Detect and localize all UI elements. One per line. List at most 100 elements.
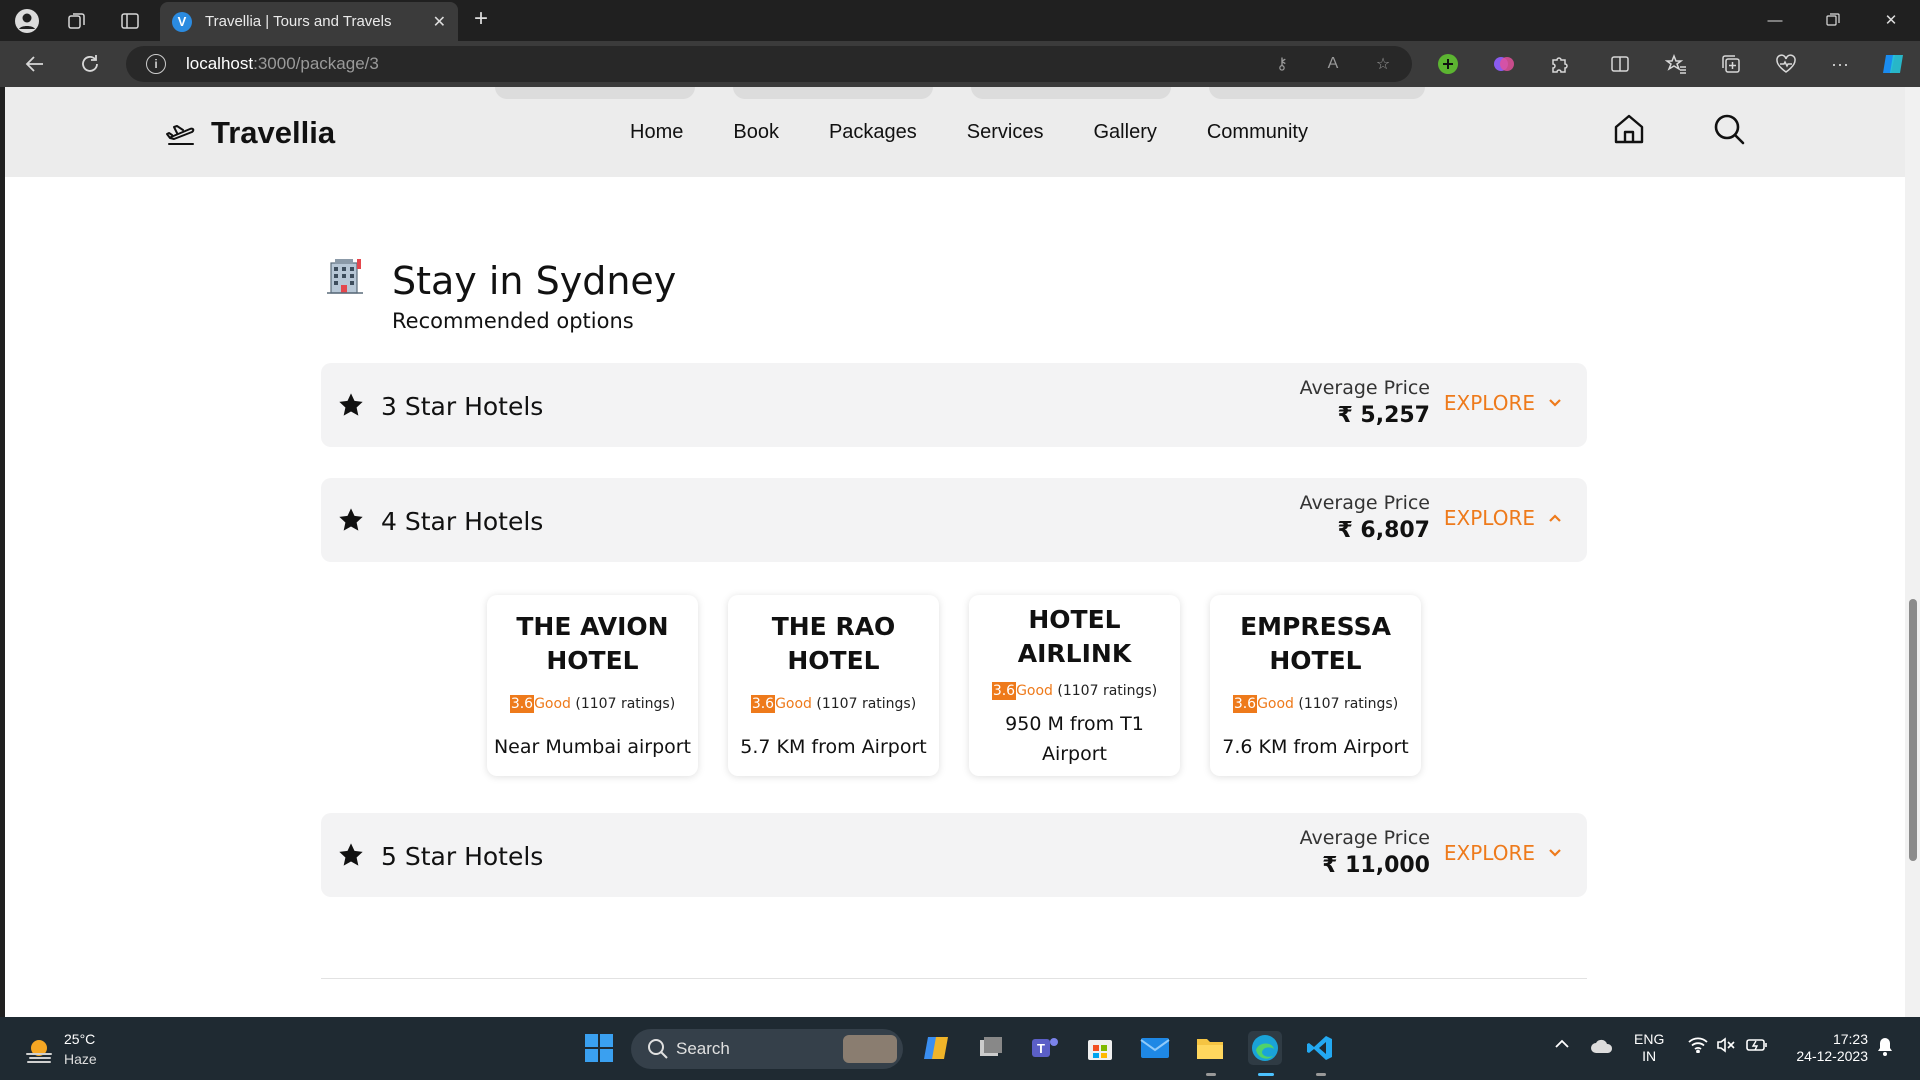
extension-green-icon[interactable] [1434,50,1462,78]
weather-condition[interactable]: Haze [64,1051,97,1067]
copilot-icon[interactable] [1880,50,1908,78]
page-scrollbar[interactable] [1905,87,1920,1017]
rating-score: 3.6 [750,694,776,713]
hotel-name: HOTEL AIRLINK [1017,604,1132,668]
clock[interactable]: 17:23 24-12-2023 [1788,1031,1868,1065]
language-indicator[interactable]: ENG IN [1634,1031,1664,1065]
hotel-card[interactable]: THE AVION HOTEL 3.6Good (1107 ratings) N… [487,595,698,776]
search-highlight-image-icon [843,1035,897,1063]
hotel-distance: 950 M from T1 Airport [1005,712,1144,765]
tab-active[interactable]: V Travellia | Tours and Travels ✕ [160,2,458,41]
hotel-card[interactable]: THE RAO HOTEL 3.6Good (1107 ratings) 5.7… [728,595,939,776]
vscode-icon[interactable] [1303,1031,1337,1065]
file-explorer-icon[interactable] [1193,1031,1227,1065]
nav-home[interactable]: Home [630,121,683,144]
section-divider [321,978,1587,979]
collections-icon[interactable] [1717,50,1745,78]
rating-score: 3.6 [1232,694,1258,713]
site-info-icon[interactable]: i [146,54,166,74]
section-title: Stay in Sydney [392,259,677,303]
show-hidden-icons-icon[interactable] [1554,1037,1570,1055]
mail-icon[interactable] [1138,1031,1172,1065]
accordion-4-star[interactable]: 4 Star Hotels Average Price ₹ 6,807 EXPL… [321,478,1587,562]
language-code: ENG [1634,1031,1665,1047]
task-view-icon[interactable] [974,1031,1008,1065]
rating-score: 3.6 [509,694,535,713]
copilot-preview-icon[interactable] [920,1031,954,1065]
onedrive-icon[interactable] [1590,1037,1614,1060]
home-icon[interactable] [1609,109,1649,149]
weather-temperature[interactable]: 25°C [64,1031,95,1047]
tab-title: Travellia | Tours and Travels [205,13,392,30]
running-indicator [1258,1073,1274,1076]
back-icon[interactable] [20,49,50,79]
favorite-star-icon[interactable]: ☆ [1372,53,1394,75]
windows-start-icon[interactable] [582,1031,616,1065]
rating-count: (1107 ratings) [1298,695,1399,712]
nav-packages[interactable]: Packages [829,121,917,144]
close-window-icon[interactable]: ✕ [1868,6,1914,34]
hotel-card[interactable]: HOTEL AIRLINK 3.6Good (1107 ratings) 950… [969,595,1180,776]
average-price-block: Average Price ₹ 5,257 [1300,377,1430,428]
tab-actions-icon[interactable] [115,6,145,36]
star-icon [337,391,365,419]
refresh-icon[interactable] [75,49,105,79]
volume-muted-icon[interactable] [1716,1037,1736,1058]
accordion-title: 3 Star Hotels [381,392,544,421]
url-field[interactable]: i localhost:3000/package/3 ⚷ A ☆ [126,46,1412,82]
brand-logo[interactable]: Travellia [211,115,335,151]
minimize-icon[interactable]: — [1752,6,1798,34]
read-aloud-icon[interactable]: A [1322,53,1344,75]
nav-community[interactable]: Community [1207,121,1308,144]
extension-brain-icon[interactable] [1490,50,1518,78]
average-price-value: ₹ 11,000 [1322,853,1430,878]
chevron-up-icon [1549,510,1561,526]
average-price-label: Average Price [1299,377,1430,399]
explore-button[interactable]: EXPLORE [1444,841,1561,865]
profile-icon[interactable] [12,6,42,36]
extensions-puzzle-icon[interactable] [1545,50,1573,78]
wifi-icon[interactable] [1688,1037,1708,1058]
url-text: localhost:3000/package/3 [186,54,379,73]
explore-button[interactable]: EXPLORE [1444,391,1561,415]
notifications-bell-icon[interactable] [1876,1037,1894,1062]
hotel-name: EMPRESSA HOTEL [1240,611,1391,675]
nav-gallery[interactable]: Gallery [1094,121,1157,144]
search-placeholder: Search [676,1039,730,1058]
rating-word: Good [775,695,812,712]
battery-charging-icon[interactable] [1746,1037,1768,1058]
accordion-3-star[interactable]: 3 Star Hotels Average Price ₹ 5,257 EXPL… [321,363,1587,447]
header-decoration [971,87,1171,99]
explore-label: EXPLORE [1443,841,1535,865]
site-header: Travellia Home Book Packages Services Ga… [5,87,1905,177]
search-icon [647,1038,669,1060]
teams-icon[interactable]: T [1028,1031,1062,1065]
search-icon[interactable] [1709,109,1749,149]
hotel-card[interactable]: EMPRESSA HOTEL 3.6Good (1107 ratings) 7.… [1210,595,1421,776]
new-tab-icon[interactable]: + [466,5,496,33]
split-screen-icon[interactable] [1606,50,1634,78]
region-code: IN [1642,1048,1657,1064]
site-favicon: V [172,11,192,32]
accordion-title: 4 Star Hotels [381,507,544,536]
restore-icon[interactable] [1810,6,1856,34]
more-menu-icon[interactable]: ··· [1826,50,1854,78]
plane-logo-icon[interactable] [165,117,197,149]
taskbar-search[interactable]: Search [631,1029,903,1069]
nav-book[interactable]: Book [733,121,779,144]
microsoft-store-icon[interactable] [1083,1031,1117,1065]
favorites-icon[interactable] [1662,50,1690,78]
browser-essentials-icon[interactable] [1772,50,1800,78]
nav-services[interactable]: Services [967,121,1044,144]
close-tab-icon[interactable]: ✕ [433,12,446,32]
edge-browser-icon[interactable] [1248,1031,1282,1065]
header-decoration [495,87,695,99]
workspaces-icon[interactable] [62,6,92,36]
header-decoration [733,87,933,99]
explore-button[interactable]: EXPLORE [1444,506,1561,530]
key-icon[interactable]: ⚷ [1271,53,1293,75]
scrollbar-thumb[interactable] [1909,599,1917,861]
average-price-block: Average Price ₹ 11,000 [1300,827,1430,878]
accordion-5-star[interactable]: 5 Star Hotels Average Price ₹ 11,000 EXP… [321,813,1587,897]
weather-haze-icon[interactable] [24,1035,54,1065]
